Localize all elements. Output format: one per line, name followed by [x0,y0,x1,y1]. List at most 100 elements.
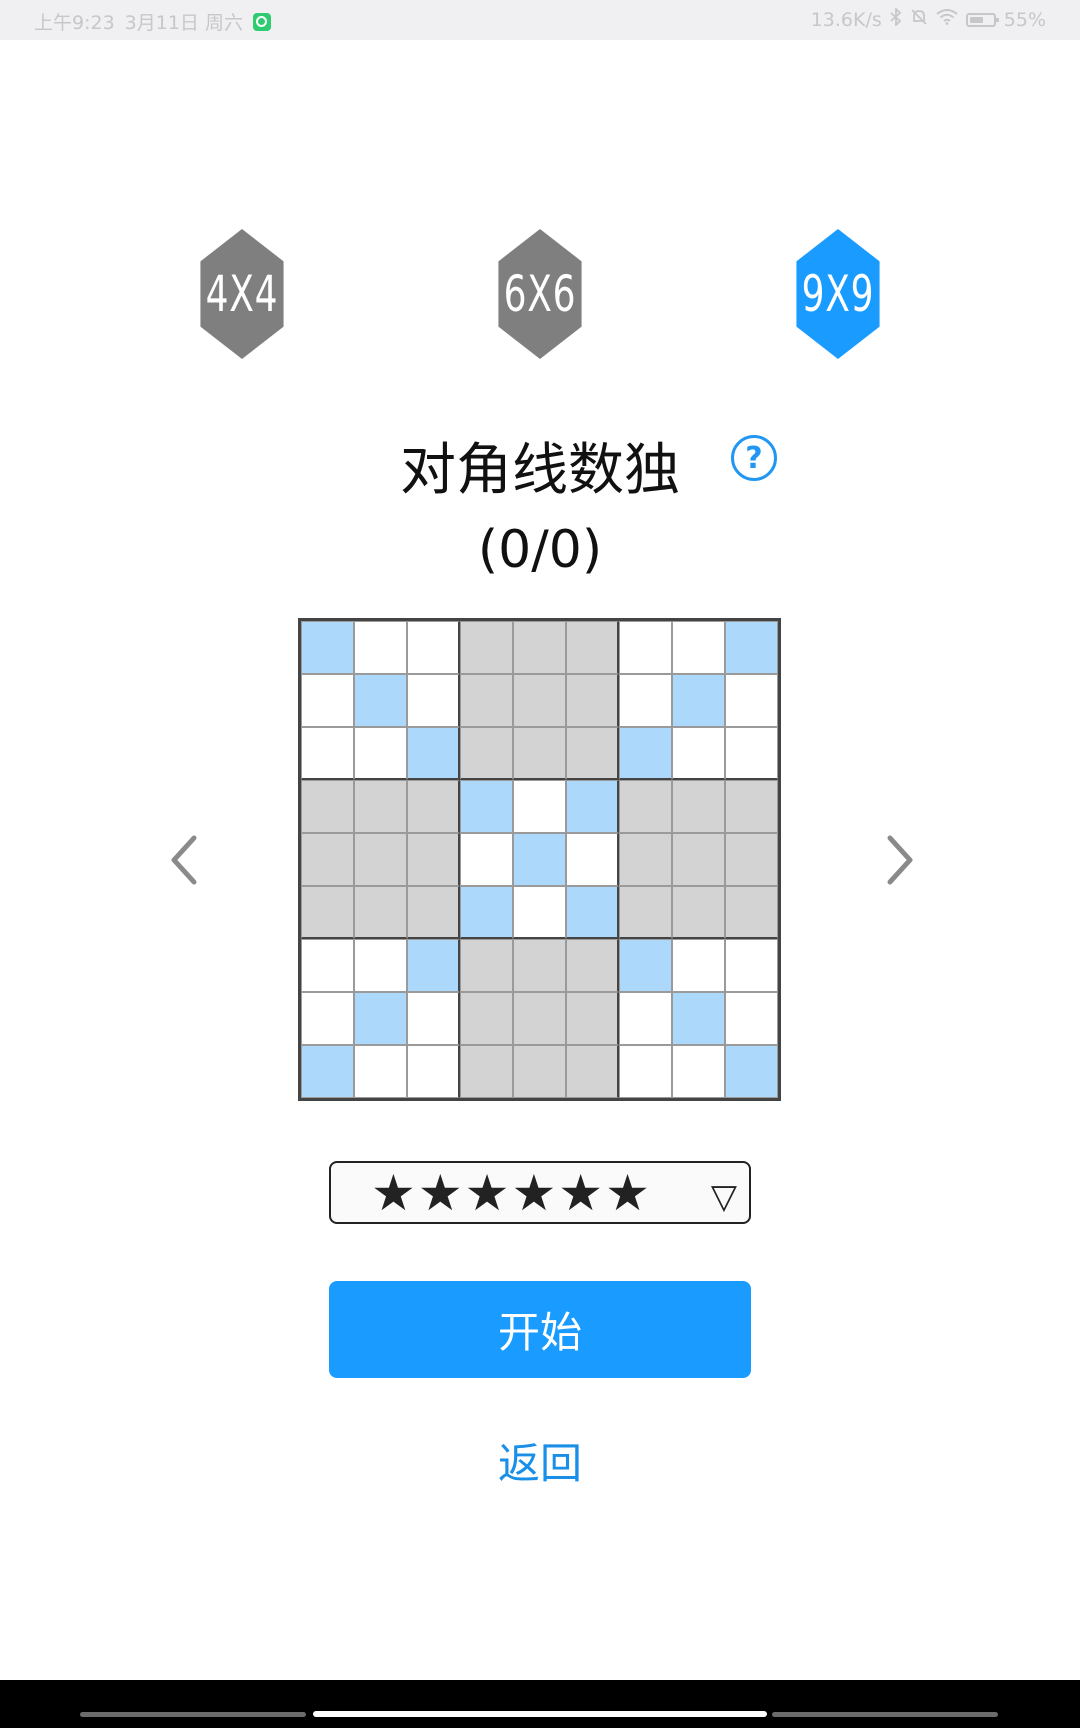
grid-cell [407,939,460,992]
grid-cell [354,621,407,674]
grid-cell [725,727,778,780]
grid-cell [619,621,672,674]
grid-cell [301,674,354,727]
grid-cell [566,780,619,833]
grid-cell [354,727,407,780]
grid-cell [725,621,778,674]
nav-indicator-right [772,1712,998,1717]
grid-cell [460,674,513,727]
grid-cell [301,886,354,939]
back-link: 返回 [0,1430,1080,1491]
grid-cell [301,727,354,780]
nav-indicator-left [80,1712,306,1717]
grid-cell [672,674,725,727]
grid-cell [725,833,778,886]
grid-cell [460,780,513,833]
grid-cell [354,886,407,939]
size-label: 9X9 [801,265,875,323]
dropdown-triangle-icon: ▽ [710,1177,737,1217]
status-bar-left: 上午9:23 3月11日 周六 [34,8,271,35]
sudoku-grid-preview [298,618,781,1101]
app-notification-icon [252,12,271,31]
status-bar: 上午9:23 3月11日 周六 13.6K/s 55% [0,0,1080,40]
grid-cell [619,727,672,780]
grid-cell [566,727,619,780]
grid-cell [725,674,778,727]
battery-icon [965,12,999,27]
battery-level: 55% [1003,8,1046,31]
network-speed: 13.6K/s [810,8,882,31]
grid-cell [354,992,407,1045]
grid-cell [407,780,460,833]
grid-cell [672,621,725,674]
grid-cell [672,939,725,992]
previous-arrow-icon[interactable] [164,832,204,888]
grid-cell [619,886,672,939]
grid-cell [566,992,619,1045]
grid-cell [566,939,619,992]
size-option-4x4[interactable]: 4X4 [184,229,300,359]
puzzle-title: 对角线数独 [400,438,680,503]
grid-cell [672,727,725,780]
grid-cell [407,1045,460,1098]
grid-cell [672,833,725,886]
grid-cell [619,780,672,833]
grid-cell [407,727,460,780]
grid-cell [354,780,407,833]
grid-cell [672,886,725,939]
grid-cell [513,674,566,727]
status-bar-right: 13.6K/s 55% [810,6,1046,31]
grid-cell [354,833,407,886]
grid-cell [513,780,566,833]
grid-cell [301,992,354,1045]
home-indicator[interactable] [313,1711,767,1717]
grid-cell [725,939,778,992]
grid-cell [513,992,566,1045]
grid-cell [460,727,513,780]
grid-cell [301,939,354,992]
grid-cell [354,939,407,992]
grid-cell [301,833,354,886]
navigation-bar [0,1680,1080,1728]
status-time: 上午9:23 [34,12,115,34]
grid-cell [460,886,513,939]
status-date: 3月11日 周六 [124,12,243,34]
grid-cell [301,1045,354,1098]
grid-cell [672,992,725,1045]
grid-cell [354,1045,407,1098]
grid-cell [725,992,778,1045]
back-button[interactable]: 返回 [498,1439,582,1488]
grid-cell [407,992,460,1045]
help-icon[interactable]: ? [731,435,777,481]
start-button[interactable]: 开始 [329,1281,751,1378]
size-hexagon-selected: 9X9 [796,229,880,359]
size-hexagon: 4X4 [200,229,284,359]
grid-cell [354,674,407,727]
difficulty-stars: ★★★★★★ [371,1163,652,1222]
grid-cell [460,833,513,886]
grid-cell [407,621,460,674]
grid-cell [513,939,566,992]
bluetooth-icon [890,6,902,31]
grid-cell [460,1045,513,1098]
grid-cell [301,621,354,674]
size-option-6x6[interactable]: 6X6 [482,229,598,359]
size-label: 4X4 [205,265,279,323]
grid-cell [566,674,619,727]
grid-cell [566,833,619,886]
grid-cell [460,992,513,1045]
next-arrow-icon[interactable] [880,832,920,888]
size-hexagon: 6X6 [498,229,582,359]
grid-cell [460,621,513,674]
difficulty-dropdown[interactable]: ★★★★★★ ▽ [329,1161,751,1224]
grid-cell [619,674,672,727]
grid-cell [301,780,354,833]
grid-cell [619,1045,672,1098]
grid-cell [725,780,778,833]
size-option-9x9[interactable]: 9X9 [780,229,896,359]
grid-cell [672,1045,725,1098]
puzzle-progress: (0/0) [477,520,603,580]
grid-cell [513,833,566,886]
grid-cell [407,674,460,727]
grid-cell [566,886,619,939]
